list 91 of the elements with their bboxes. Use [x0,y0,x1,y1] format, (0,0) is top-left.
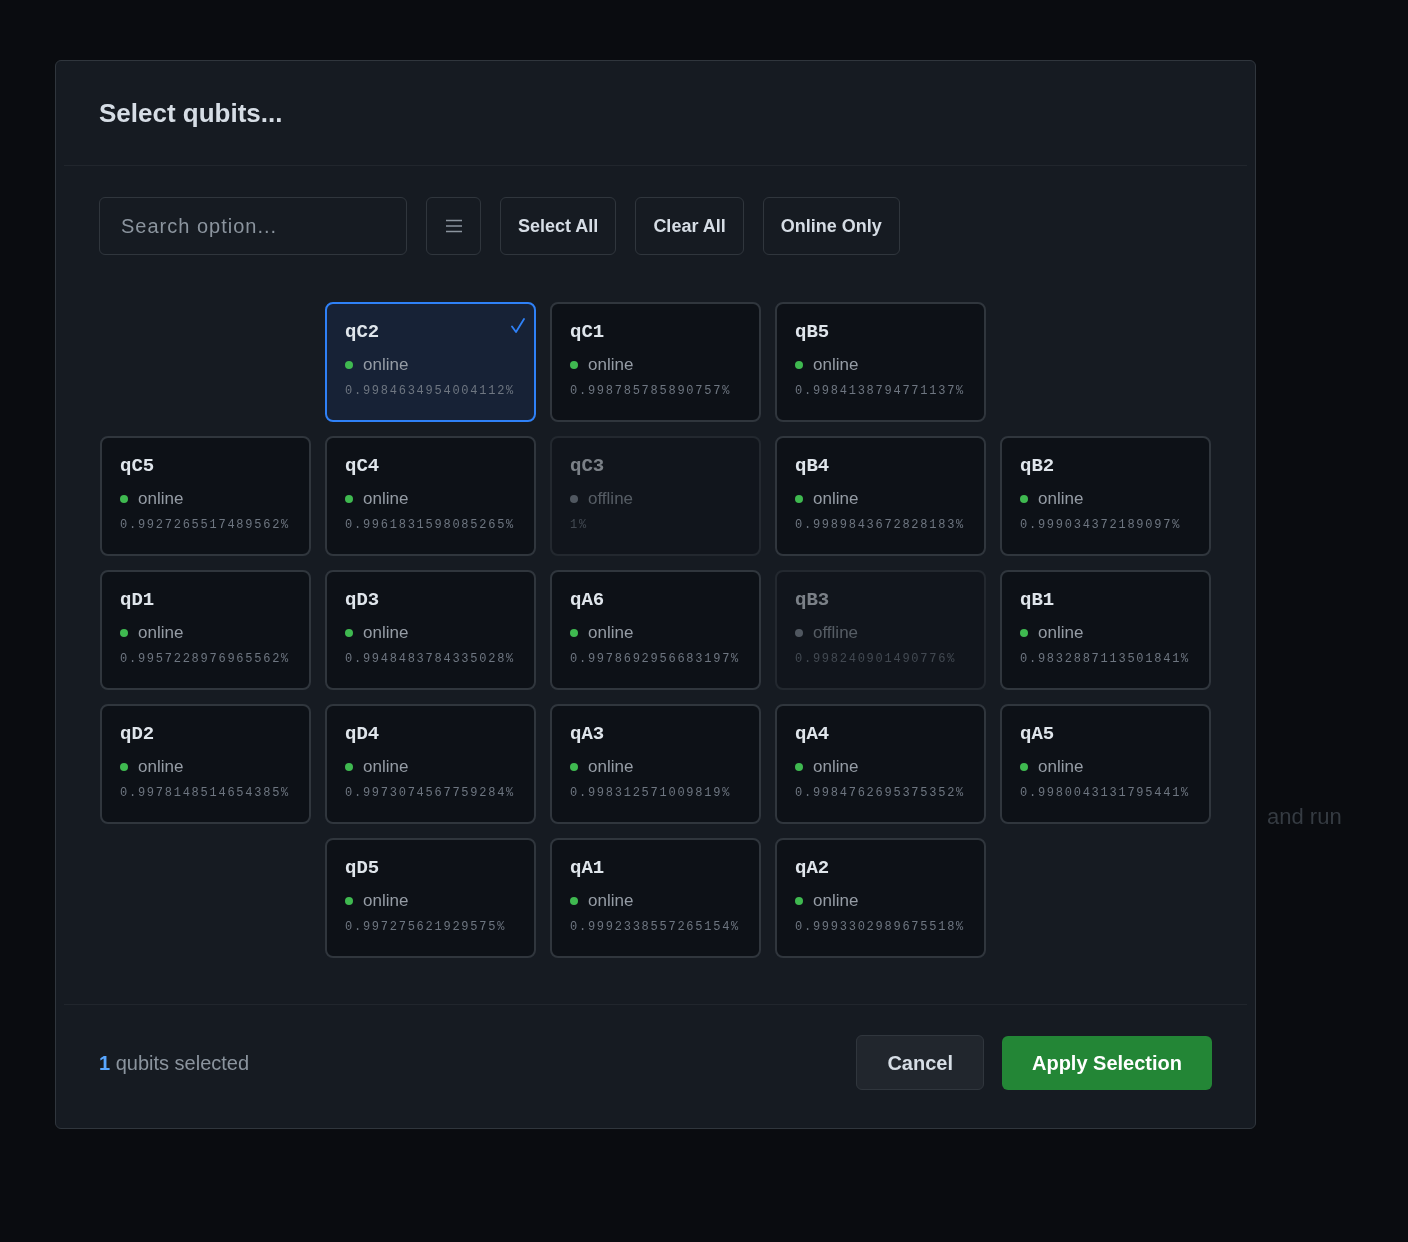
status-label: online [1038,756,1084,778]
cancel-button[interactable]: Cancel [856,1035,984,1090]
qubit-name: qD1 [120,588,155,612]
status-label: online [588,354,634,376]
status-label: online [1038,488,1084,510]
fidelity-value: 0.9948483784335028% [345,651,516,668]
status-label: offline [588,488,634,510]
qubit-name: qA5 [1020,722,1055,746]
status-label: online [813,890,859,912]
fidelity-value: 0.9832887113501841% [1020,651,1191,668]
status-label: online [588,890,634,912]
status-label: online [588,622,634,644]
qubit-card[interactable]: qC1 online 0.998785785890757% [550,302,761,422]
qubit-name: qA2 [795,856,830,880]
status-label: online [138,488,184,510]
apply-button[interactable]: Apply Selection [1001,1035,1212,1090]
qubit-card[interactable]: qB5 online 0.9984138794771137% [775,302,986,422]
fidelity-value: 0.9957228976965562% [120,651,291,668]
qubit-card[interactable]: qA6 online 0.9978692956683197% [550,570,761,690]
fidelity-value: 0.999034372189097% [1020,517,1182,534]
toolbar-button[interactable]: Online Only [762,197,900,255]
qubit-name: qA6 [570,588,605,612]
fidelity-value: 0.9927265517489562% [120,517,291,534]
qubit-card[interactable]: qA5 online 0.9980043131795441% [1000,704,1211,824]
status-label: online [813,756,859,778]
qubit-card[interactable]: qA4 online 0.9984762695375352% [775,704,986,824]
fidelity-value: 0.9992338557265154% [570,919,741,936]
fidelity-value: 0.9984634954004112% [345,383,516,400]
qubit-name: qB2 [1020,454,1055,478]
qubit-card[interactable]: qC5 online 0.9927265517489562% [100,436,311,556]
status-label: online [813,488,859,510]
fidelity-value: 0.9973074567759284% [345,785,516,802]
qubit-card[interactable]: qD2 online 0.9978148514654385% [100,704,311,824]
qubit-card[interactable]: qA2 online 0.9993302989675518% [775,838,986,958]
fidelity-value: 0.9989843672828183% [795,517,966,534]
fidelity-value: 0.9978692956683197% [570,651,741,668]
search-field[interactable]: Search option... [99,197,407,255]
qubit-card[interactable]: qD3 online 0.9948483784335028% [325,570,536,690]
qubit-name: qB1 [1020,588,1055,612]
status-label: online [138,622,184,644]
qubit-name: qC4 [345,454,380,478]
dialog-title: Select qubits... [99,97,283,129]
qubit-name: qC5 [120,454,155,478]
check-icon [511,318,525,333]
qubit-card[interactable]: qB2 online 0.999034372189097% [1000,436,1211,556]
toolbar-button[interactable]: Select All [500,197,617,255]
qubit-name: qC1 [570,320,605,344]
menu-button[interactable] [426,197,481,255]
fidelity-value: 0.9984138794771137% [795,383,966,400]
qubit-card[interactable]: qB4 online 0.9989843672828183% [775,436,986,556]
qubit-card[interactable]: qC4 online 0.9961831598085265% [325,436,536,556]
status-label: online [363,890,409,912]
qubit-name: qD5 [345,856,380,880]
qubit-name: qB5 [795,320,830,344]
status-label: online [363,622,409,644]
qubit-name: qB4 [795,454,830,478]
fidelity-value: 0.997275621929575% [345,919,507,936]
qubit-card[interactable]: qD1 online 0.9957228976965562% [100,570,311,690]
qubit-name: qA1 [570,856,605,880]
fidelity-value: 0.9993302989675518% [795,919,966,936]
qubit-name: qA3 [570,722,605,746]
fidelity-value: 0.9978148514654385% [120,785,291,802]
qubit-card[interactable]: qB1 online 0.9832887113501841% [1000,570,1211,690]
status-label: online [138,756,184,778]
qubit-card[interactable]: qD4 online 0.9973074567759284% [325,704,536,824]
selection-count-text: 1 qubits selected [99,1050,250,1076]
fidelity-value: 0.9961831598085265% [345,517,516,534]
status-label: offline [813,622,859,644]
status-label: online [363,756,409,778]
qubit-card[interactable]: qD5 online 0.997275621929575% [325,838,536,958]
status-label: online [813,354,859,376]
qubit-name: qD3 [345,588,380,612]
qubit-name: qD4 [345,722,380,746]
status-label: online [588,756,634,778]
status-label: online [363,354,409,376]
qubit-name: qA4 [795,722,830,746]
fidelity-value: 0.9980043131795441% [1020,785,1191,802]
fidelity-value: 0.998785785890757% [570,383,732,400]
qubit-card[interactable]: qC2 online 0.9984634954004112% [325,302,536,422]
fidelity-value: 0.998312571009819% [570,785,732,802]
qubit-name: qC2 [345,320,380,344]
fidelity-value: 0.9984762695375352% [795,785,966,802]
qubit-card[interactable]: qA3 online 0.998312571009819% [550,704,761,824]
toolbar-button[interactable]: Clear All [635,197,744,255]
status-label: online [363,488,409,510]
qubit-name: qB3 [795,588,830,612]
qubit-card[interactable]: qA1 online 0.9992338557265154% [550,838,761,958]
menu-icon [445,219,462,233]
status-label: online [1038,622,1084,644]
qubit-name: qD2 [120,722,155,746]
qubit-name: qC3 [570,454,605,478]
